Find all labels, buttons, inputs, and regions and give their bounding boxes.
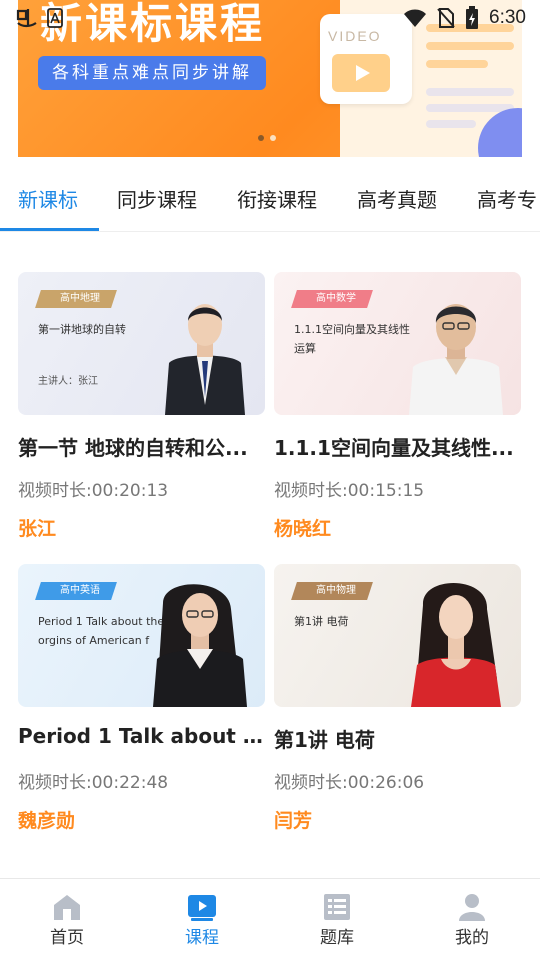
course-duration: 视频时长:00:22:48: [18, 773, 169, 793]
course-teacher: 魏彦勋: [18, 810, 76, 832]
subject-tag: 高中物理: [291, 582, 373, 600]
thumbnail-caption: 第1讲 电荷: [294, 615, 349, 628]
bottom-navigation: 首页 课程 题库 我的: [0, 878, 540, 960]
battery-charging-icon: [466, 6, 479, 29]
course-teacher: 张江: [18, 518, 57, 540]
tab-new-curriculum[interactable]: 新课标: [18, 184, 78, 213]
subject-tag: 高中数学: [291, 290, 373, 308]
no-sim-icon: [437, 8, 455, 28]
course-card[interactable]: 高中地理 第一讲地球的自转 主讲人：张江 第一节 地球的自转和公... 视频时长…: [18, 272, 265, 542]
status-time: 6:30: [489, 7, 526, 28]
teacher-photo: [409, 304, 503, 415]
home-icon: [54, 895, 80, 920]
course-card[interactable]: 高中数学 1.1.1空间向量及其线性运算 1.1.1空间向量及其线性... 视频…: [274, 272, 521, 542]
nav-question-bank-label: 题库: [320, 928, 354, 948]
thumbnail-caption: 1.1.1空间向量及其线性运算: [294, 323, 410, 355]
illustration-bar: [426, 88, 514, 96]
nav-question-bank[interactable]: 题库: [297, 893, 377, 948]
wifi-icon: [404, 9, 427, 27]
status-left: [14, 5, 64, 31]
course-card[interactable]: 高中英语 Period 1 Talk about the orgins of A…: [18, 564, 265, 834]
course-title[interactable]: 1.1.1空间向量及其线性...: [274, 432, 521, 461]
status-right: 6:30: [403, 6, 526, 30]
nav-profile[interactable]: 我的: [432, 893, 512, 948]
course-thumbnail[interactable]: 高中地理 第一讲地球的自转 主讲人：张江: [18, 272, 265, 415]
course-title[interactable]: 第一节 地球的自转和公...: [18, 432, 265, 461]
course-duration: 视频时长:00:26:06: [274, 773, 425, 793]
user-icon: [459, 894, 485, 921]
list-icon: [324, 894, 350, 920]
teacher-photo: [153, 584, 247, 707]
carousel-dot[interactable]: [258, 135, 264, 141]
nav-courses[interactable]: 课程: [162, 893, 242, 948]
illustration-bar: [426, 120, 476, 128]
illustration-bar: [426, 42, 514, 50]
illustration-bar: [426, 60, 488, 68]
app-notification-icon: [16, 9, 37, 28]
subject-tag: 高中地理: [35, 290, 117, 308]
status-bar: 6:30: [0, 0, 540, 36]
course-thumbnail[interactable]: 高中数学 1.1.1空间向量及其线性运算: [274, 272, 521, 415]
course-duration: 视频时长:00:20:13: [18, 481, 169, 501]
course-teacher: 杨晓红: [274, 518, 332, 540]
tab-exam-special[interactable]: 高考专: [477, 184, 537, 213]
decor-circle: [478, 108, 522, 157]
tab-sync-courses[interactable]: 同步课程: [117, 184, 197, 213]
tab-exam-papers[interactable]: 高考真题: [357, 184, 437, 213]
play-icon: [332, 54, 390, 92]
thumbnail-lecturer: 主讲人：张江: [38, 376, 98, 387]
carousel-dot[interactable]: [270, 135, 276, 141]
nav-courses-label: 课程: [185, 928, 219, 948]
course-card[interactable]: 高中物理 第1讲 电荷 第1讲 电荷 视频时长:00:26:06 闫芳: [274, 564, 521, 834]
course-teacher: 闫芳: [274, 810, 313, 832]
course-thumbnail[interactable]: 高中英语 Period 1 Talk about the orgins of A…: [18, 564, 265, 707]
category-tabs: 新课标 同步课程 衔接课程 高考真题 高考专: [0, 172, 540, 232]
banner-subtitle: 各科重点难点同步讲解: [38, 56, 266, 90]
subject-tag: 高中英语: [35, 582, 117, 600]
teacher-photo: [411, 582, 501, 707]
nav-home[interactable]: 首页: [27, 893, 107, 948]
play-icon: [188, 895, 216, 921]
tab-bridge-courses[interactable]: 衔接课程: [237, 184, 317, 213]
course-duration: 视频时长:00:15:15: [274, 481, 425, 501]
download-notification-icon: [47, 8, 63, 28]
carousel-indicator: [258, 135, 276, 141]
nav-home-label: 首页: [50, 928, 84, 948]
course-title[interactable]: 第1讲 电荷: [274, 724, 521, 753]
course-title[interactable]: Period 1 Talk about the...: [18, 724, 265, 748]
course-thumbnail[interactable]: 高中物理 第1讲 电荷: [274, 564, 521, 707]
nav-profile-label: 我的: [455, 928, 489, 948]
thumbnail-caption: 第一讲地球的自转: [38, 323, 126, 336]
tab-indicator: [0, 228, 99, 231]
teacher-photo: [165, 304, 245, 415]
